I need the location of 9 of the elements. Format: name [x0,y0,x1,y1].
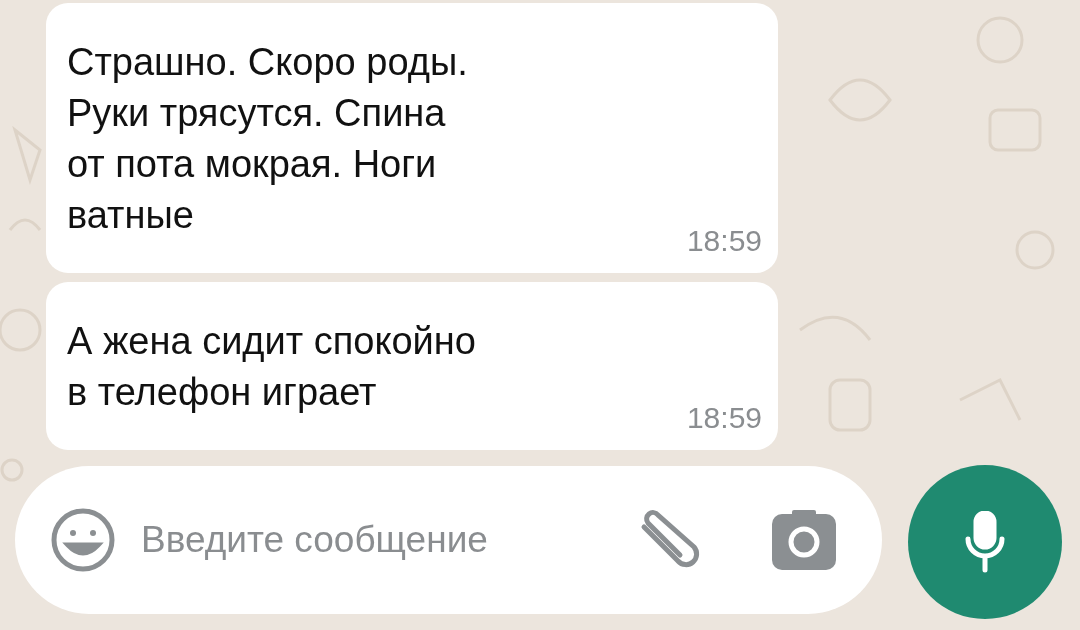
emoji-icon[interactable] [50,507,116,573]
message-input-field[interactable]: Введите сообщение [141,512,611,568]
message-input-bar[interactable]: Введите сообщение [15,466,882,614]
message-text: А жена сидит спокойно в телефон играет [67,319,476,415]
message-time: 18:59 [686,223,762,259]
message-text: Страшно. Скоро роды. Руки трясутся. Спина от пота мокрая. Ноги ватные [67,40,468,238]
camera-icon[interactable] [772,510,836,570]
microphone-icon [965,511,1005,573]
message-time: 18:59 [686,400,762,436]
